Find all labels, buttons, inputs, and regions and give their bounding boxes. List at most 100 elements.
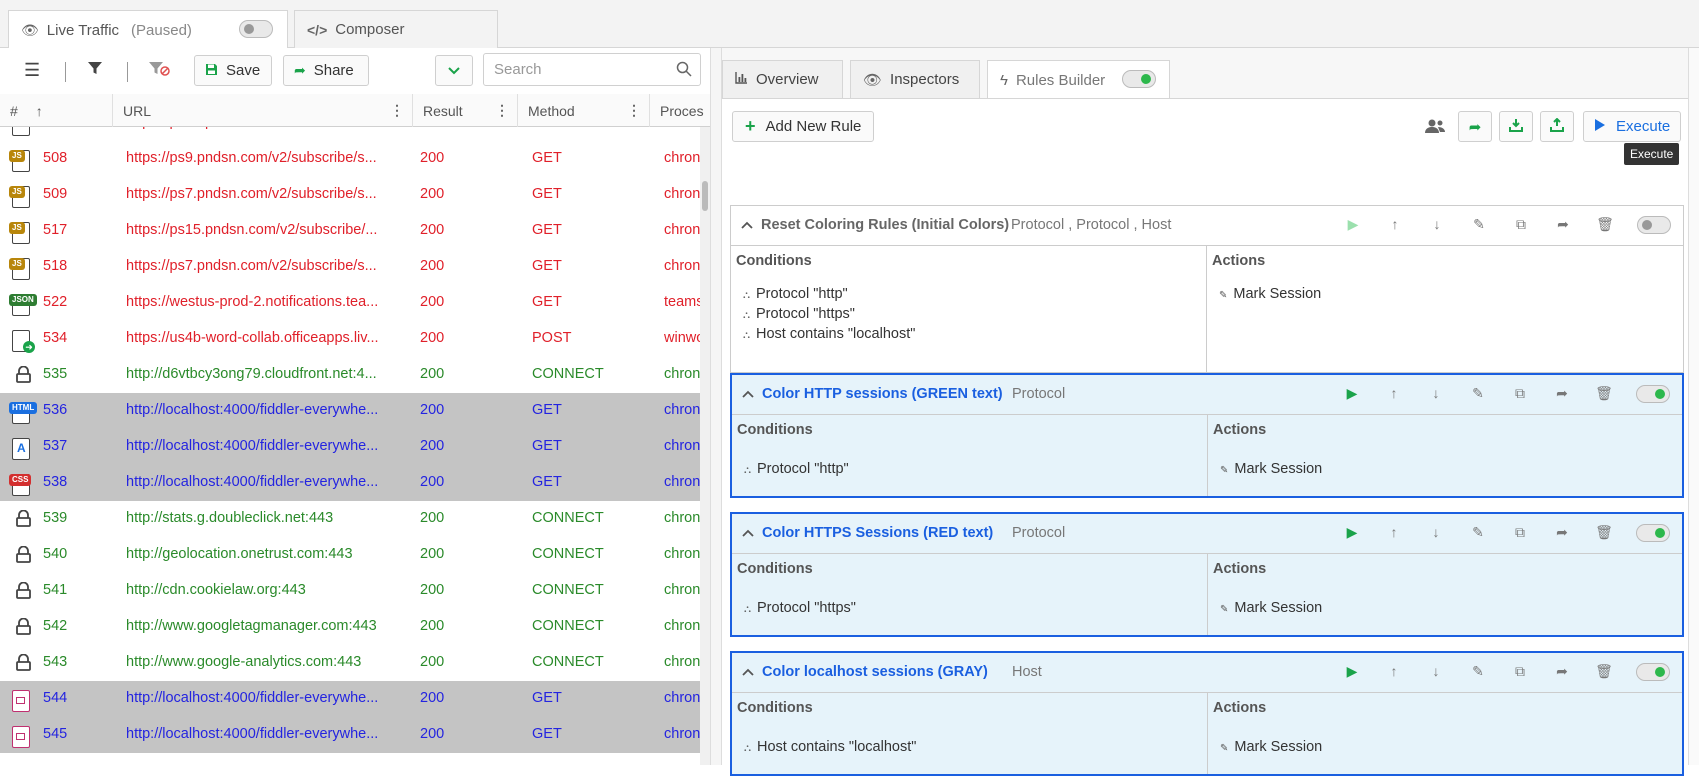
rule-header[interactable]: Reset Coloring Rules (Initial Colors) Pro… <box>731 206 1683 246</box>
edit-icon[interactable]: ✎ <box>1469 216 1489 233</box>
copy-icon[interactable]: ⧉ <box>1511 216 1531 233</box>
delete-icon[interactable]: 🗑 <box>1595 216 1615 233</box>
session-process: chron <box>664 438 700 454</box>
lock-icon <box>15 365 32 383</box>
export-rules-button[interactable] <box>1540 111 1574 142</box>
save-button[interactable]: Save <box>194 55 272 86</box>
panel-splitter[interactable] <box>710 48 722 765</box>
tab-composer[interactable]: </> Composer <box>294 10 498 48</box>
edit-icon[interactable]: ✎ <box>1468 385 1488 402</box>
rule-enable-toggle[interactable] <box>1636 663 1670 681</box>
hierarchy-icon: ⛬ <box>743 310 750 321</box>
clear-filter-icon[interactable] <box>148 60 170 76</box>
session-row[interactable]: 545 http://localhost:4000/fiddler-everywh… <box>0 717 700 753</box>
session-row[interactable]: A 537 http://localhost:4000/fiddler-everyw… <box>0 429 700 465</box>
column-process[interactable]: Proces <box>650 94 710 127</box>
move-down-icon[interactable]: ↓ <box>1426 524 1446 540</box>
sort-up-icon[interactable]: ↑ <box>36 103 43 119</box>
copy-icon[interactable]: ⧉ <box>1510 385 1530 402</box>
chevron-up-icon[interactable] <box>741 216 753 232</box>
lock-icon <box>15 545 32 563</box>
move-down-icon[interactable]: ↓ <box>1426 663 1446 679</box>
delete-icon[interactable]: 🗑 <box>1594 663 1614 680</box>
session-row[interactable]: 542 http://www.googletagmanager.com:443 20… <box>0 609 700 645</box>
column-method[interactable]: Method ⋮ <box>518 94 650 127</box>
live-traffic-toggle[interactable] <box>239 20 273 38</box>
session-row[interactable]: ➜ 534 https://us4b-word-collab.officeapps.… <box>0 321 700 357</box>
session-row[interactable]: 540 http://geolocation.onetrust.com:443 20… <box>0 537 700 573</box>
session-row[interactable]: JSON 522 https://westus-prod-2.notificatio… <box>0 285 700 321</box>
chevron-up-icon[interactable] <box>742 663 754 679</box>
rule-header[interactable]: Color localhost sessions (GRAY) Host ▶ ↑ ↓ ✎ ⧉… <box>732 653 1682 693</box>
rule-enable-toggle[interactable] <box>1637 216 1671 234</box>
users-icon[interactable] <box>1424 118 1446 134</box>
session-row[interactable]: JS 508 https://ps9.pndsn.com/v2/subscribe/… <box>0 141 700 177</box>
delete-icon[interactable]: 🗑 <box>1594 524 1614 541</box>
import-rules-button[interactable] <box>1499 111 1533 142</box>
session-row[interactable]: CSS 538 http://localhost:4000/fiddler-ever… <box>0 465 700 501</box>
move-up-icon[interactable]: ↑ <box>1384 663 1404 679</box>
share-button[interactable]: ➦ Share <box>283 55 369 86</box>
tab-inspectors[interactable]: 👁 Inspectors <box>850 60 980 98</box>
rule-enable-toggle[interactable] <box>1636 524 1670 542</box>
share-icon[interactable]: ➦ <box>1552 385 1572 402</box>
session-row[interactable]: JS507https://ps15.pndsn.com/v2/subscribe… <box>0 127 700 141</box>
rule-actions-list: Actions ✎ Mark Session <box>1208 693 1682 774</box>
session-row[interactable]: JS 509 https://ps7.pndsn.com/v2/subscribe/… <box>0 177 700 213</box>
rule-header[interactable]: Color HTTP sessions (GREEN text) Protocol… <box>732 375 1682 415</box>
session-row[interactable]: 535 http://d6vtbcy3ong79.cloudfront.net:4… <box>0 357 700 393</box>
play-icon[interactable]: ▶ <box>1343 216 1363 233</box>
dropdown-button[interactable] <box>435 55 473 86</box>
play-icon[interactable]: ▶ <box>1342 385 1362 402</box>
search-icon <box>676 61 692 81</box>
search-input[interactable]: Search <box>483 53 701 86</box>
share-icon[interactable]: ➦ <box>1552 524 1572 541</box>
chevron-up-icon[interactable] <box>742 524 754 540</box>
session-row[interactable]: JS 518 https://ps7.pndsn.com/v2/subscribe/… <box>0 249 700 285</box>
delete-icon[interactable]: 🗑 <box>1594 385 1614 402</box>
session-row[interactable]: 541 http://cdn.cookielaw.org:443 200 CONNEC… <box>0 573 700 609</box>
move-down-icon[interactable]: ↓ <box>1427 216 1447 232</box>
share-icon[interactable]: ➦ <box>1553 216 1573 233</box>
tab-rules-builder[interactable]: ϟ Rules Builder <box>987 60 1170 99</box>
move-down-icon[interactable]: ↓ <box>1426 385 1446 401</box>
copy-icon[interactable]: ⧉ <box>1510 524 1530 541</box>
column-url-label: URL <box>123 102 152 119</box>
tab-overview[interactable]: Overview <box>722 60 843 98</box>
play-icon[interactable]: ▶ <box>1342 663 1362 680</box>
share-rules-button[interactable]: ➦ <box>1458 111 1492 142</box>
column-url[interactable]: URL ⋮ <box>113 94 413 127</box>
menu-icon[interactable]: ☰ <box>24 60 40 81</box>
session-row[interactable]: 539 http://stats.g.doubleclick.net:443 200… <box>0 501 700 537</box>
edit-icon[interactable]: ✎ <box>1468 524 1488 541</box>
execute-button[interactable]: Execute <box>1583 111 1681 142</box>
column-menu-icon[interactable]: ⋮ <box>390 102 404 119</box>
filter-icon[interactable] <box>87 60 103 76</box>
rule-header[interactable]: Color HTTPS Sessions (RED text) Protocol ▶… <box>732 514 1682 554</box>
tab-overview-label: Overview <box>756 71 819 88</box>
column-menu-icon[interactable]: ⋮ <box>495 102 509 119</box>
column-number[interactable]: # ↑ <box>0 94 113 127</box>
session-row[interactable]: 544 http://localhost:4000/fiddler-everywh… <box>0 681 700 717</box>
play-icon[interactable]: ▶ <box>1342 524 1362 541</box>
session-row[interactable]: 543 http://www.google-analytics.com:443 20… <box>0 645 700 681</box>
rule-actions: ▶ ↑ ↓ ✎ ⧉ ➦ 🗑 <box>1342 663 1672 683</box>
column-menu-icon[interactable]: ⋮ <box>627 102 641 119</box>
chevron-up-icon[interactable] <box>742 385 754 401</box>
session-row[interactable]: HTML 536 http://localhost:4000/fiddler-eve… <box>0 393 700 429</box>
edit-icon[interactable]: ✎ <box>1468 663 1488 680</box>
window-scrollbar[interactable] <box>1688 48 1699 765</box>
column-result[interactable]: Result ⋮ <box>413 94 518 127</box>
rules-builder-toggle[interactable] <box>1122 70 1156 88</box>
move-up-icon[interactable]: ↑ <box>1385 216 1405 232</box>
add-new-rule-button[interactable]: + Add New Rule <box>732 111 875 142</box>
tab-live-traffic[interactable]: 👁 Live Traffic (Paused) <box>8 10 288 49</box>
session-row[interactable]: JS 517 https://ps15.pndsn.com/v2/subscribe… <box>0 213 700 249</box>
move-up-icon[interactable]: ↑ <box>1384 385 1404 401</box>
sessions-scrollbar[interactable] <box>700 127 710 765</box>
copy-icon[interactable]: ⧉ <box>1510 663 1530 680</box>
rule-enable-toggle[interactable] <box>1636 385 1670 403</box>
session-method: GET <box>532 150 562 166</box>
share-icon[interactable]: ➦ <box>1552 663 1572 680</box>
move-up-icon[interactable]: ↑ <box>1384 524 1404 540</box>
